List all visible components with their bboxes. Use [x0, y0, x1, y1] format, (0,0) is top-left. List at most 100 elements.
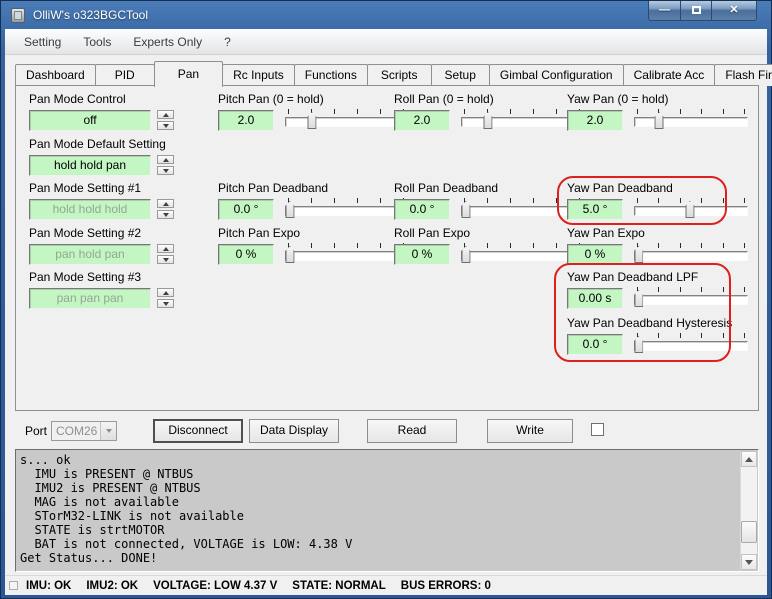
roll-pan-value[interactable]: 2.0 — [394, 110, 450, 131]
menu-bar: Setting Tools Experts Only ? — [5, 29, 767, 55]
menu-setting[interactable]: Setting — [13, 31, 72, 53]
pan-mode-setting3-value[interactable]: pan pan pan — [29, 288, 151, 309]
pitch-pan-slider[interactable] — [285, 109, 407, 131]
tab-setup[interactable]: Setup — [431, 64, 490, 86]
spinner-up-button[interactable] — [157, 244, 174, 253]
maximize-button[interactable] — [681, 1, 712, 21]
slider-channel — [285, 117, 407, 127]
scroll-up-button[interactable] — [741, 451, 757, 467]
slider-thumb[interactable] — [285, 201, 294, 218]
close-button[interactable]: ✕ — [712, 1, 757, 21]
tab-functions[interactable]: Functions — [294, 64, 368, 86]
spinner-down-button[interactable] — [157, 166, 174, 175]
slider-channel — [285, 206, 407, 216]
down-arrow-icon — [745, 560, 753, 565]
status-bus-errors: BUS ERRORS: 0 — [401, 580, 491, 592]
spinner-down-button[interactable] — [157, 210, 174, 219]
pitch-pan-deadband-slider[interactable] — [285, 198, 407, 220]
menu-tools[interactable]: Tools — [72, 31, 122, 53]
pitch-pan-expo-slider[interactable] — [285, 243, 407, 265]
tab-calibrate-acc[interactable]: Calibrate Acc — [623, 64, 716, 86]
menu-experts-only[interactable]: Experts Only — [122, 31, 213, 53]
roll-pan-deadband-slider[interactable] — [461, 198, 583, 220]
pitch-pan-deadband-value[interactable]: 0.0 ° — [218, 199, 274, 220]
yaw-pan-deadband-hysteresis-value[interactable]: 0.0 ° — [567, 334, 623, 355]
slider-thumb[interactable] — [461, 246, 470, 263]
group-pitch-pan: Pitch Pan (0 = hold) 2.0 — [218, 92, 407, 131]
yaw-pan-deadband-hysteresis-slider[interactable] — [634, 333, 748, 355]
disconnect-button[interactable]: Disconnect — [153, 419, 243, 443]
slider-channel — [461, 206, 583, 216]
tab-gimbal-configuration[interactable]: Gimbal Configuration — [489, 64, 624, 86]
slider-thumb[interactable] — [461, 201, 470, 218]
tab-pid[interactable]: PID — [95, 64, 155, 86]
spinner-down-button[interactable] — [157, 255, 174, 264]
menu-help[interactable]: ? — [213, 31, 242, 53]
write-option-checkbox[interactable] — [591, 423, 604, 436]
scrollbar-thumb[interactable] — [741, 521, 757, 543]
pitch-pan-expo-value[interactable]: 0 % — [218, 244, 274, 265]
status-checkbox[interactable] — [9, 581, 18, 590]
slider-thumb[interactable] — [634, 290, 643, 307]
log-output[interactable]: s... ok IMU is PRESENT @ NTBUS IMU2 is P… — [15, 449, 759, 572]
write-button[interactable]: Write — [487, 419, 573, 443]
port-select[interactable]: COM26 — [51, 421, 117, 441]
minimize-button[interactable]: — — [648, 1, 681, 21]
group-pitch-pan-deadband: Pitch Pan Deadband 0.0 ° — [218, 181, 407, 220]
yaw-pan-deadband-lpf-slider[interactable] — [634, 287, 748, 309]
pan-mode-default-spinner — [157, 155, 174, 175]
yaw-pan-expo-slider[interactable] — [634, 243, 748, 265]
tab-pan[interactable]: Pan — [154, 61, 223, 87]
spinner-up-button[interactable] — [157, 199, 174, 208]
yaw-pan-slider[interactable] — [634, 109, 748, 131]
slider-thumb[interactable] — [655, 112, 664, 129]
pan-mode-default-value[interactable]: hold hold pan — [29, 155, 151, 176]
tab-rc-inputs[interactable]: Rc Inputs — [222, 64, 295, 86]
roll-pan-expo-value[interactable]: 0 % — [394, 244, 450, 265]
titlebar[interactable]: OlliW's o323BGCTool — ✕ — [1, 1, 771, 29]
slider-thumb[interactable] — [634, 336, 643, 353]
slider-ticks — [464, 109, 580, 114]
down-arrow-icon — [163, 302, 169, 306]
yaw-pan-deadband-hysteresis-label: Yaw Pan Deadband Hysteresis — [567, 316, 748, 331]
tab-dashboard[interactable]: Dashboard — [15, 64, 96, 86]
yaw-pan-deadband-lpf-value[interactable]: 0.00 s — [567, 288, 623, 309]
group-pitch-pan-expo: Pitch Pan Expo 0 % — [218, 226, 407, 265]
status-state: STATE: NORMAL — [292, 580, 385, 592]
slider-thumb[interactable] — [285, 246, 294, 263]
slider-thumb[interactable] — [634, 246, 643, 263]
port-select-value: COM26 — [52, 422, 100, 440]
slider-thumb[interactable] — [483, 112, 492, 129]
roll-pan-deadband-value[interactable]: 0.0 ° — [394, 199, 450, 220]
read-button[interactable]: Read — [367, 419, 457, 443]
pan-mode-setting3-label: Pan Mode Setting #3 — [29, 270, 174, 285]
pan-mode-setting1-value[interactable]: hold hold hold — [29, 199, 151, 220]
yaw-pan-expo-value[interactable]: 0 % — [567, 244, 623, 265]
spinner-up-button[interactable] — [157, 155, 174, 164]
pan-mode-control-value[interactable]: off — [29, 110, 151, 131]
pan-mode-setting2-value[interactable]: pan hold pan — [29, 244, 151, 265]
spinner-down-button[interactable] — [157, 299, 174, 308]
pitch-pan-value[interactable]: 2.0 — [218, 110, 274, 131]
status-imu: IMU: OK — [26, 580, 71, 592]
yaw-pan-value[interactable]: 2.0 — [567, 110, 623, 131]
log-line: STATE is strtMOTOR — [20, 523, 738, 537]
data-display-button[interactable]: Data Display — [249, 419, 339, 443]
slider-thumb[interactable] — [307, 112, 316, 129]
slider-thumb[interactable] — [685, 201, 694, 218]
app-icon — [11, 8, 25, 23]
spinner-down-button[interactable] — [157, 121, 174, 130]
scroll-down-button[interactable] — [741, 554, 757, 570]
roll-pan-expo-slider[interactable] — [461, 243, 583, 265]
slider-ticks — [637, 109, 745, 114]
yaw-pan-deadband-value[interactable]: 5.0 ° — [567, 199, 623, 220]
spinner-up-button[interactable] — [157, 288, 174, 297]
yaw-pan-deadband-slider[interactable] — [634, 198, 748, 220]
log-line: s... ok — [20, 453, 738, 467]
roll-pan-slider[interactable] — [461, 109, 583, 131]
spinner-up-button[interactable] — [157, 110, 174, 119]
log-scrollbar[interactable] — [740, 451, 757, 570]
app-window: OlliW's o323BGCTool — ✕ Setting Tools Ex… — [0, 0, 772, 599]
tab-flash-firmware[interactable]: Flash Firmware — [714, 64, 772, 86]
tab-scripts[interactable]: Scripts — [367, 64, 432, 86]
